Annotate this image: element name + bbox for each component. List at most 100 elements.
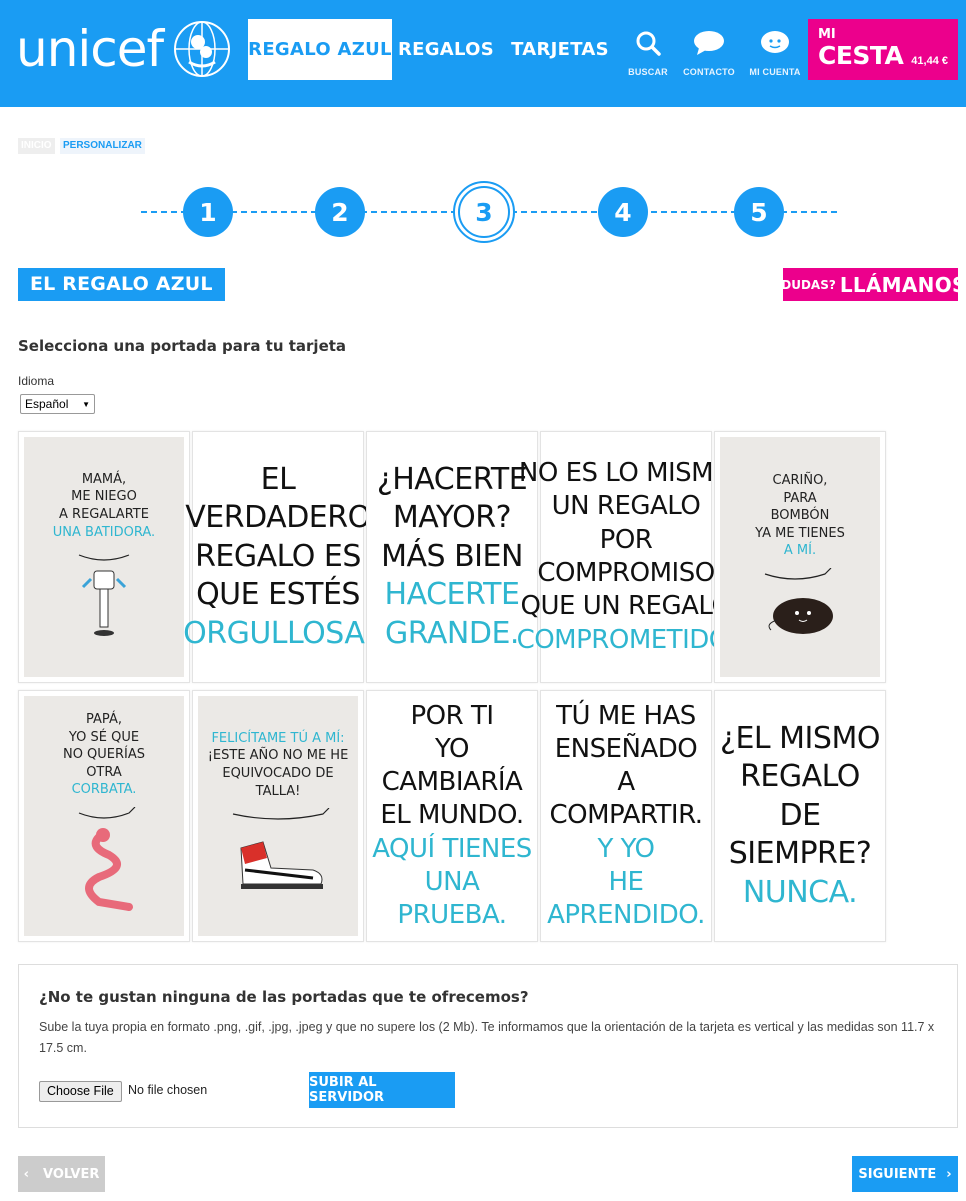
cart-mi: MI xyxy=(818,27,836,42)
cover-line-highlight: UNA PRUEBA. xyxy=(397,866,507,931)
step-4[interactable]: 4 xyxy=(598,187,648,237)
cover-card-2[interactable]: EL VERDADERO REGALO ES QUE ESTÉS ORGULLOSA. xyxy=(183,431,373,683)
cover-face: FELICÍTAME TÚ A MÍ: ¡ESTE AÑO NO ME HE EQU… xyxy=(198,696,358,936)
help-big-text: LLÁMANOS xyxy=(839,272,966,297)
cover-line: NO ES LO MISMO xyxy=(518,458,734,489)
nav-tarjetas[interactable]: TARJETAS xyxy=(506,19,614,80)
back-button[interactable]: ‹ VOLVER xyxy=(18,1156,105,1192)
cover-line-highlight: Y YO xyxy=(597,833,655,864)
cover-text: POR TI YO CAMBIARÍA EL MUNDO. AQUÍ TIENES UN… xyxy=(372,700,532,933)
contact-button[interactable]: CONTACTO xyxy=(679,30,739,77)
cover-line-highlight: COMPROMETIDO. xyxy=(516,624,736,655)
cover-face: TÚ ME HAS ENSEÑADO A COMPARTIR. Y YO HE APRE… xyxy=(546,696,706,936)
cover-line: EQUIVOCADO DE TALLA! xyxy=(222,766,334,799)
header: unicef REGALO AZUL REGALOS TARJETAS BUSC… xyxy=(0,0,966,107)
upload-description: Sube la tuya propia en formato .png, .gi… xyxy=(39,1020,935,1055)
search-icon xyxy=(636,31,661,56)
cover-line: QUE UN REGALO xyxy=(520,591,732,622)
file-status: No file chosen xyxy=(128,1083,208,1097)
cover-face: POR TI YO CAMBIARÍA EL MUNDO. AQUÍ TIENES UN… xyxy=(372,696,532,936)
account-label: MI CUENTA xyxy=(749,67,801,77)
cover-line-highlight: GRANDE. xyxy=(385,615,519,651)
cover-text: PAPÁ, YO SÉ QUE NO QUERÍAS OTRA CORBATA. xyxy=(63,711,145,799)
cover-card-5[interactable]: CARIÑO, PARA BOMBÓN YA ME TIENES A MÍ. xyxy=(714,431,886,683)
logo-text: unicef xyxy=(16,20,164,78)
cover-card-1[interactable]: MAMÁ, ME NIEGO A REGALARTE UNA BATIDORA. xyxy=(18,431,190,683)
cover-line: TÚ ME HAS xyxy=(556,700,696,731)
cover-line: CARIÑO, xyxy=(772,473,828,489)
breadcrumb-home[interactable]: INICIO xyxy=(18,138,55,154)
cart-total: 41,44 € xyxy=(911,55,948,67)
step-2[interactable]: 2 xyxy=(315,187,365,237)
cover-line: MÁS BIEN xyxy=(381,538,523,574)
account-button[interactable]: MI CUENTA xyxy=(745,30,805,77)
cover-line: UN REGALO xyxy=(551,491,701,522)
cover-line: OTRA xyxy=(86,764,122,780)
cover-card-4[interactable]: NO ES LO MISMO UN REGALO POR COMPROMISO QUE… xyxy=(517,431,736,683)
help-small-text: ¿DUDAS? xyxy=(774,277,836,292)
cart-button[interactable]: MI CESTA 41,44 € xyxy=(808,19,958,80)
user-icon xyxy=(761,31,789,53)
cover-card-9[interactable]: TÚ ME HAS ENSEÑADO A COMPARTIR. Y YO HE APRE… xyxy=(540,690,712,942)
step-1[interactable]: 1 xyxy=(183,187,233,237)
unicef-logo[interactable]: unicef xyxy=(16,14,233,84)
chevron-right-icon: › xyxy=(946,1166,952,1182)
call-us-button[interactable]: ¿DUDAS? LLÁMANOS xyxy=(774,268,966,301)
section-title: EL REGALO AZUL xyxy=(18,268,225,301)
choose-file-button[interactable]: Choose File xyxy=(39,1081,122,1102)
cover-line-highlight: HE APRENDIDO. xyxy=(547,866,705,931)
cover-line: EL MUNDO. xyxy=(380,800,524,831)
cover-face: ¿EL MISMO REGALO DE SIEMPRE? NUNCA. xyxy=(720,696,880,936)
cover-face: CARIÑO, PARA BOMBÓN YA ME TIENES A MÍ. xyxy=(720,437,880,677)
cover-line: DE SIEMPRE? xyxy=(728,797,872,872)
tie-icon xyxy=(59,806,149,921)
cover-line-highlight: HACERTE xyxy=(384,577,520,613)
nav-regalos[interactable]: REGALOS xyxy=(398,19,494,80)
cover-card-6[interactable]: PAPÁ, YO SÉ QUE NO QUERÍAS OTRA CORBATA. xyxy=(18,690,190,942)
upload-question: ¿No te gustan ninguna de las portadas qu… xyxy=(39,988,529,1006)
language-label: Idioma xyxy=(18,374,55,388)
upload-to-server-button[interactable]: SUBIR AL SERVIDOR xyxy=(309,1072,455,1108)
nav-regalo-azul[interactable]: REGALO AZUL xyxy=(248,19,392,80)
next-label: SIGUIENTE xyxy=(858,1166,937,1182)
search-button[interactable]: BUSCAR xyxy=(618,30,678,77)
cover-line-highlight: CORBATA. xyxy=(71,782,137,798)
language-select[interactable]: Español ▼ xyxy=(20,394,95,414)
cover-face: ¿HACERTE MAYOR? MÁS BIEN HACERTE GRANDE. xyxy=(372,437,532,677)
cover-line: ME NIEGO xyxy=(71,489,137,505)
step-3-inner: 3 xyxy=(458,186,510,238)
cover-line: YO CAMBIARÍA xyxy=(381,733,523,798)
cover-card-7[interactable]: FELICÍTAME TÚ A MÍ: ¡ESTE AÑO NO ME HE EQU… xyxy=(192,690,364,942)
cover-text: FELICÍTAME TÚ A MÍ: ¡ESTE AÑO NO ME HE EQU… xyxy=(198,730,358,800)
cover-line: ¡ESTE AÑO NO ME HE xyxy=(207,748,349,764)
cover-line: ¿HACERTE xyxy=(376,462,528,498)
cover-card-3[interactable]: ¿HACERTE MAYOR? MÁS BIEN HACERTE GRANDE. xyxy=(366,431,538,683)
cover-line: ENSEÑADO xyxy=(554,733,698,764)
cover-line: YO SÉ QUE xyxy=(68,729,140,745)
contact-label: CONTACTO xyxy=(683,67,735,77)
unicef-emblem-icon xyxy=(174,21,231,77)
select-cover-heading: Selecciona una portada para tu tarjeta xyxy=(18,337,347,355)
back-label: VOLVER xyxy=(43,1166,100,1182)
next-button[interactable]: SIGUIENTE › xyxy=(852,1156,958,1192)
cover-line-highlight: AQUÍ TIENES xyxy=(372,833,532,864)
step-5[interactable]: 5 xyxy=(734,187,784,237)
cover-line-highlight: A MÍ. xyxy=(783,543,817,559)
cover-line: YA ME TIENES xyxy=(755,525,845,541)
cover-face: PAPÁ, YO SÉ QUE NO QUERÍAS OTRA CORBATA. xyxy=(24,696,184,936)
cover-line: EL VERDADERO xyxy=(185,462,371,536)
cover-line: A REGALARTE xyxy=(59,507,149,522)
cover-text: EL VERDADERO REGALO ES QUE ESTÉS ORGULLOSA. xyxy=(183,461,373,653)
cover-card-10[interactable]: ¿EL MISMO REGALO DE SIEMPRE? NUNCA. xyxy=(714,690,886,942)
search-label: BUSCAR xyxy=(628,67,668,77)
cover-line: NO QUERÍAS xyxy=(62,747,146,763)
cover-line: POR TI xyxy=(410,700,494,731)
cover-text: NO ES LO MISMO UN REGALO POR COMPROMISO QUE… xyxy=(517,457,736,657)
cover-card-8[interactable]: POR TI YO CAMBIARÍA EL MUNDO. AQUÍ TIENES UN… xyxy=(366,690,538,942)
breadcrumb-current: PERSONALIZAR xyxy=(60,138,145,154)
cover-text: TÚ ME HAS ENSEÑADO A COMPARTIR. Y YO HE APRE… xyxy=(546,700,706,933)
cover-face: NO ES LO MISMO UN REGALO POR COMPROMISO QUE… xyxy=(517,437,736,677)
cover-text: ¿EL MISMO REGALO DE SIEMPRE? NUNCA. xyxy=(720,720,880,912)
cover-line: ¿EL MISMO xyxy=(720,721,880,757)
cover-line: A COMPARTIR. xyxy=(549,767,703,831)
